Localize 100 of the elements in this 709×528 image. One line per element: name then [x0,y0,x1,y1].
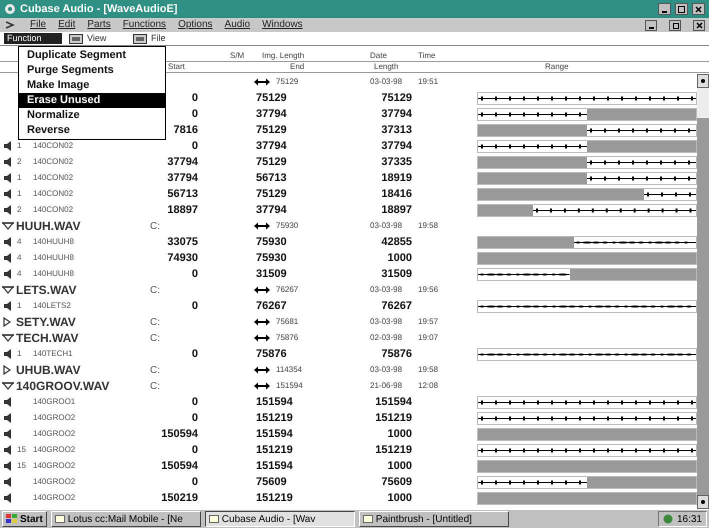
scroll-thumb[interactable] [697,88,709,118]
file-name[interactable]: 140GROOV.WAV [16,377,110,395]
speaker-icon [4,173,13,183]
segment-start: 0 [192,348,198,360]
column-header[interactable]: Range [545,62,569,71]
scroll-up-button[interactable] [697,74,709,88]
channel-number: 15 [16,460,27,472]
maximize-icon [678,6,685,12]
segment-length: 31509 [381,268,412,280]
speaker-icon [4,269,13,279]
speaker-icon [4,461,13,471]
segment-start: 0 [192,300,198,312]
column-header[interactable]: Date [370,51,387,60]
menu-item[interactable]: Erase Unused [19,93,165,108]
segment-end: 75930 [256,236,287,248]
taskbar-button[interactable]: Lotus cc:Mail Mobile - [Ne [50,511,201,527]
column-header[interactable]: End [290,62,304,71]
segment-start: 0 [192,444,198,456]
segment-length: 42855 [381,236,412,248]
file-date: 03-03-98 [370,77,402,86]
channel-number: 4 [16,268,22,280]
start-button[interactable]: Start [2,511,47,527]
windows-logo-icon [6,514,17,524]
file-name[interactable]: SETY.WAV [16,313,76,331]
segment-end: 151594 [256,460,293,472]
channel-number: 2 [16,204,22,216]
file-date: 03-03-98 [370,285,402,294]
speaker-icon [4,493,13,503]
segment-length: 1000 [388,428,412,440]
file-name[interactable]: UHUB.WAV [16,361,80,379]
segment-end: 151594 [256,428,293,440]
collapse-arrow-icon[interactable] [2,381,14,391]
segment-length: 18897 [381,204,412,216]
speaker-icon [4,253,13,263]
speaker-icon [4,301,13,311]
window-title: Cubase Audio - [WaveAudioE] [20,2,178,17]
segment-start: 0 [192,92,198,104]
menu-item[interactable]: File [30,19,46,31]
file-name[interactable]: LETS.WAV [16,281,76,299]
segment-length: 151219 [375,412,412,424]
window-icon [133,34,147,44]
segment-end: 151219 [256,412,293,424]
segment-start: 0 [192,476,198,488]
column-header[interactable]: Img. Length [262,51,304,60]
column-header[interactable]: S/M [230,51,244,60]
segment-start: 0 [192,140,198,152]
minimize-button[interactable] [658,3,671,15]
menu-item[interactable]: Options [178,19,213,31]
collapse-arrow-icon[interactable] [2,333,14,343]
menu-item[interactable]: Audio [224,19,250,31]
column-header[interactable]: Length [374,62,398,71]
menu-item[interactable]: Windows [262,19,303,31]
collapse-arrow-icon[interactable] [2,285,14,295]
segment-name: 140CON02 [33,156,74,168]
menu-item[interactable]: Edit [58,19,76,31]
segment-name: 140CON02 [33,204,74,216]
app-icon [4,3,16,15]
segment-end: 56713 [256,172,287,184]
scroll-down-button[interactable] [697,495,709,509]
minimize-button[interactable] [645,20,657,30]
taskbar-button[interactable]: Cubase Audio - [Wav [204,511,355,527]
toolbar-button[interactable]: Function [4,33,62,44]
drive-label: C: [150,316,160,328]
channel-number: 1 [16,140,22,152]
file-date: 03-03-98 [370,221,402,230]
taskbar-button[interactable]: Paintbrush - [Untitled] [358,511,509,527]
file-time: 19:07 [418,333,438,342]
menu-item[interactable]: Functions [122,19,166,31]
segment-length: 1000 [388,492,412,504]
double-arrow-icon [254,222,270,230]
file-name[interactable]: TECH.WAV [16,329,78,347]
maximize-button[interactable] [675,3,688,15]
double-arrow-icon [254,334,270,342]
scrollbar[interactable] [697,74,709,509]
window-icon [208,514,219,524]
clock: 16:31 [676,512,702,526]
segment-start: 150219 [161,492,198,504]
segment-length: 1000 [388,460,412,472]
menu-item[interactable]: Parts [87,19,111,31]
channel-number: 15 [16,444,27,456]
column-header[interactable]: Start [168,62,185,71]
close-button[interactable] [693,20,705,30]
file-date: 03-03-98 [370,365,402,374]
segment-start: 74930 [167,252,198,264]
close-button[interactable] [692,3,705,15]
segment-length: 37313 [381,124,412,136]
double-arrow-icon [254,382,270,390]
segment-end: 75876 [256,348,287,360]
file-time: 19:51 [418,77,438,86]
file-name[interactable]: HUUH.WAV [16,217,80,235]
speaker-icon [4,349,13,359]
segment-end: 151219 [256,492,293,504]
segment-name: 140HUUH8 [33,236,74,248]
segment-name: 140HUUH8 [33,252,74,264]
segment-end: 75609 [256,476,287,488]
restore-button[interactable] [669,20,681,30]
collapse-arrow-icon[interactable] [2,221,14,231]
segment-name: 140GROO1 [33,396,76,408]
double-arrow-icon [254,318,270,326]
column-header[interactable]: Time [418,51,436,60]
